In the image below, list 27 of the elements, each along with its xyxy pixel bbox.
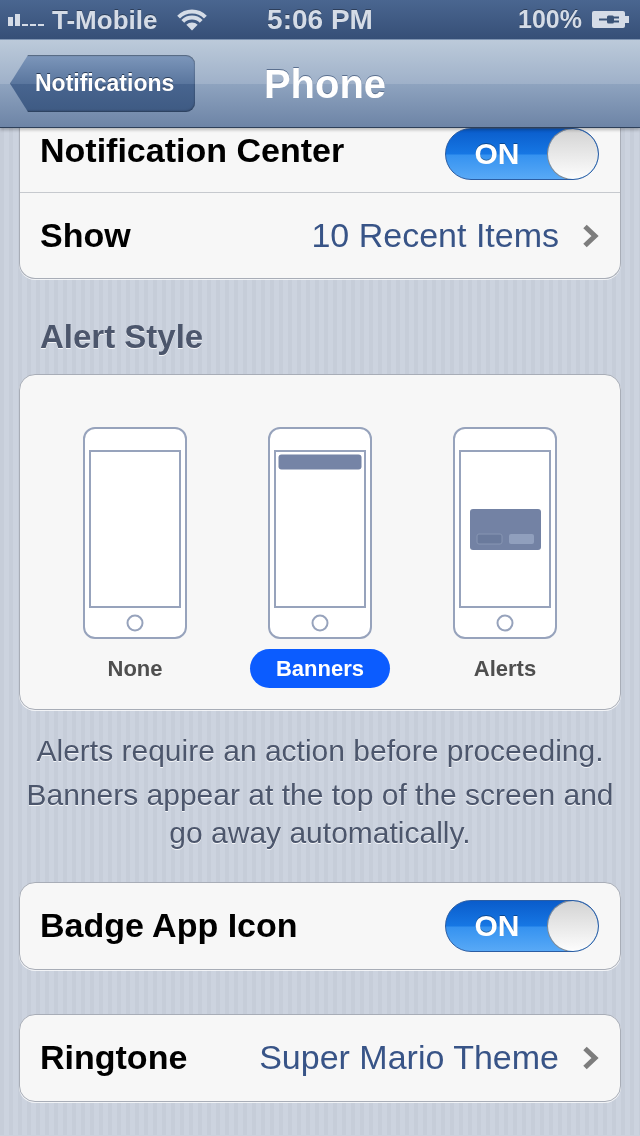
phone-blank-screen-drawing[interactable] [83,427,187,639]
toggle-switch[interactable]: ON [445,128,599,180]
setting-label: Ringtone [40,1038,188,1078]
footer-note: Banners appear at the top of the screen and go away automatically. [25,777,615,851]
section-header: Alert Style [39,319,205,355]
setting-label: Show [40,215,131,256]
wifi-icon [177,8,208,31]
chevron-icon [582,223,599,248]
setting-label: Notification Center [40,130,345,171]
alert-style-option[interactable]: None [81,649,189,688]
setting-label: Badge App Icon [40,906,298,946]
carrier-name: T-Mobile [52,6,158,33]
battery-charging-icon [592,11,629,28]
chevron-icon [582,1046,599,1070]
setting-value[interactable]: Super Mario Theme [259,1038,559,1078]
phone-alert-drawing[interactable] [453,427,557,639]
battery-percentage: 100% [518,7,582,32]
phone-banner-drawing[interactable] [268,427,372,639]
back-button[interactable]: Notifications [10,55,196,112]
signal-strength-icon [8,13,44,26]
footer-note: Alerts require an action before proceeding. [35,733,605,769]
alert-style-option[interactable]: Alerts [447,649,563,688]
toggle-switch[interactable]: ON [445,900,599,952]
status-time: 5:06 PM [267,5,373,34]
page-title: Phone [263,61,387,106]
setting-value[interactable]: 10 Recent Items [311,215,559,256]
alert-style-option[interactable]: Banners [249,649,390,688]
